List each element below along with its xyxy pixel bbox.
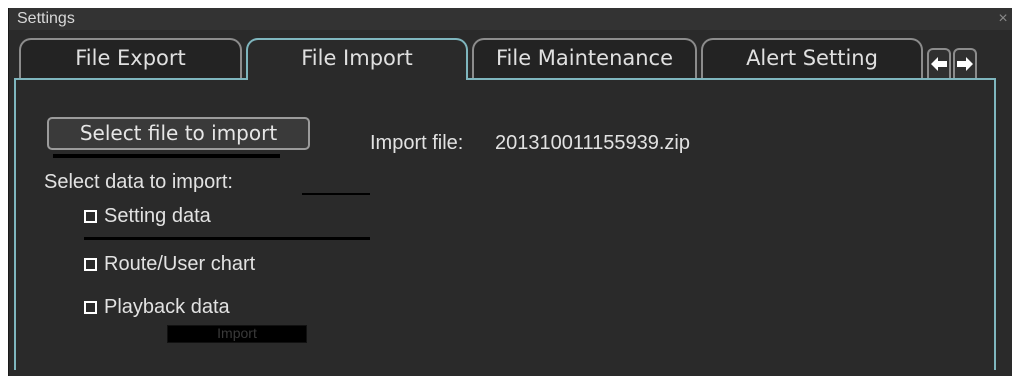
tab-file-export[interactable]: File Export bbox=[19, 38, 242, 78]
checkbox-icon[interactable] bbox=[84, 258, 97, 271]
tab-scroll-right-button[interactable] bbox=[953, 48, 977, 78]
tab-scroll-left-button[interactable] bbox=[927, 48, 951, 78]
select-file-button[interactable]: Select file to import bbox=[47, 117, 310, 150]
close-icon[interactable]: × bbox=[995, 8, 1011, 30]
arrow-left-icon bbox=[930, 54, 948, 77]
checkbox-icon[interactable] bbox=[84, 210, 97, 223]
checkbox-icon[interactable] bbox=[84, 301, 97, 314]
option-label: Playback data bbox=[104, 296, 230, 318]
import-file-value: 201310011155939.zip bbox=[495, 132, 690, 154]
select-data-label: Select data to import: bbox=[44, 171, 233, 193]
redaction-bar bbox=[84, 237, 370, 240]
redaction-bar bbox=[53, 154, 280, 158]
option-label: Route/User chart bbox=[104, 253, 256, 275]
import-button[interactable]: Import bbox=[167, 325, 307, 343]
tab-file-maintenance[interactable]: File Maintenance bbox=[472, 38, 697, 78]
arrow-right-icon bbox=[956, 54, 974, 77]
redaction-bar bbox=[302, 193, 370, 195]
tab-alert-setting[interactable]: Alert Setting bbox=[701, 38, 923, 78]
window-title: Settings bbox=[17, 10, 75, 27]
title-bar: Settings × bbox=[9, 8, 1012, 30]
option-label: Setting data bbox=[104, 205, 211, 227]
import-file-label: Import file: bbox=[370, 132, 464, 154]
tab-file-import[interactable]: File Import bbox=[246, 38, 468, 80]
